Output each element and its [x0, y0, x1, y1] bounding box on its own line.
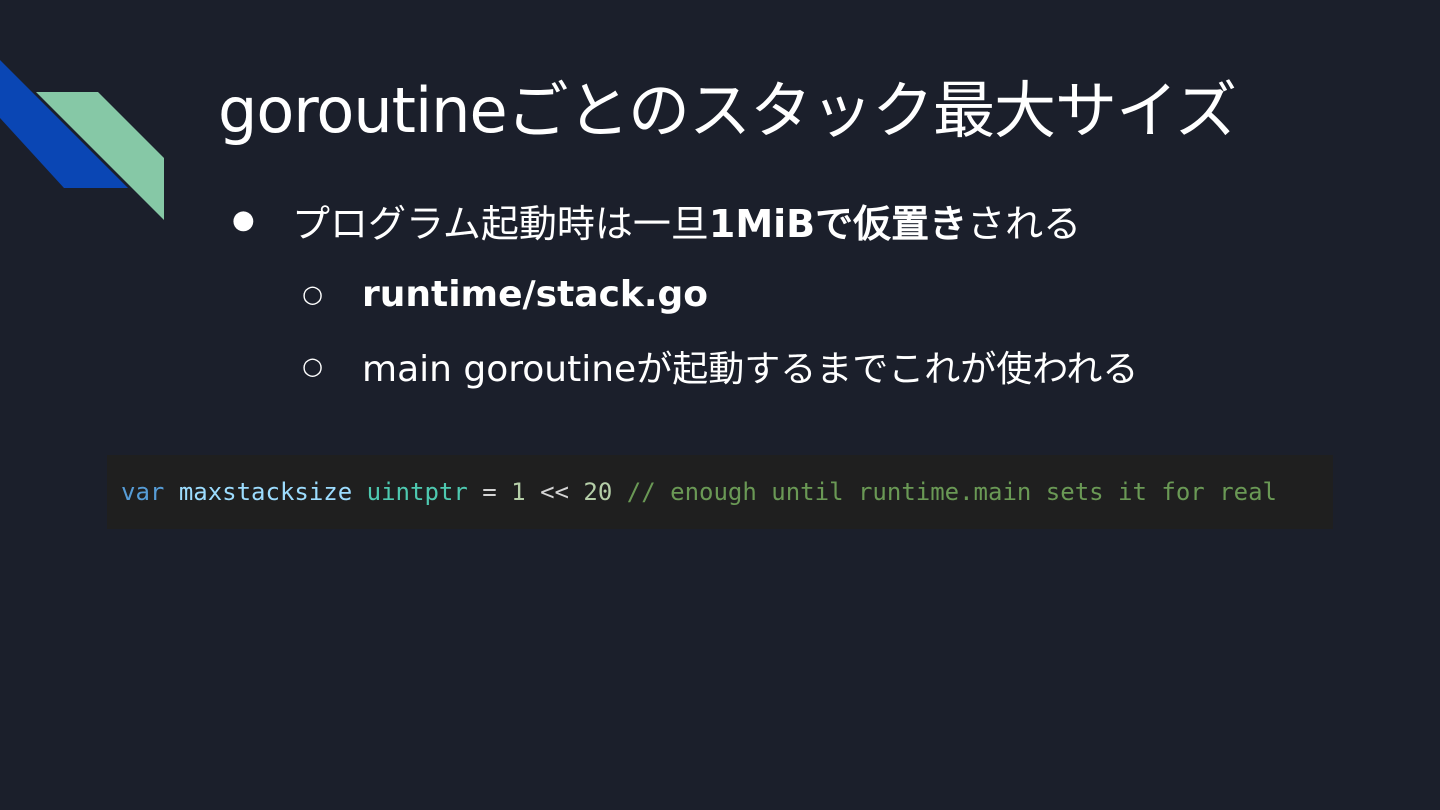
bullet-text-after: される — [967, 201, 1082, 246]
bullet-marker: ● — [232, 205, 255, 235]
code-comment: // enough until runtime.main sets it for… — [612, 478, 1277, 506]
code-token: = — [467, 478, 512, 506]
sub-bullet-marker: ○ — [302, 352, 323, 380]
code-token: 1 — [511, 478, 526, 506]
code-token: maxstacksize — [178, 478, 353, 506]
corner-decoration — [0, 60, 164, 220]
sub-bullet-item: ○ runtime/stack.go — [302, 266, 708, 322]
code-token: 20 — [583, 478, 613, 506]
sub-bullet-text: runtime/stack.go — [362, 273, 709, 315]
code-token: var — [121, 478, 165, 506]
sub-bullet-item: ○ main goroutineが起動するまでこれが使われる — [302, 338, 1138, 394]
slide-title: goroutineごとのスタック最大サイズ — [218, 74, 1237, 147]
code-token: uintptr — [366, 478, 468, 506]
code-token: << — [525, 478, 584, 506]
bullet-text-before: プログラム起動時は一旦 — [292, 201, 709, 246]
sub-bullet-text: main goroutineが起動するまでこれが使われる — [362, 349, 1139, 390]
slide: goroutineごとのスタック最大サイズ ● プログラム起動時は一旦 1MiBで… — [0, 0, 1440, 810]
sub-bullet-marker: ○ — [302, 280, 323, 308]
bullet-item: ● プログラム起動時は一旦 1MiBで仮置き される — [232, 192, 1081, 248]
code-snippet: var maxstacksize uintptr = 1 << 20 // en… — [107, 455, 1333, 529]
bullet-text-bold: 1MiBで仮置き — [708, 201, 968, 246]
